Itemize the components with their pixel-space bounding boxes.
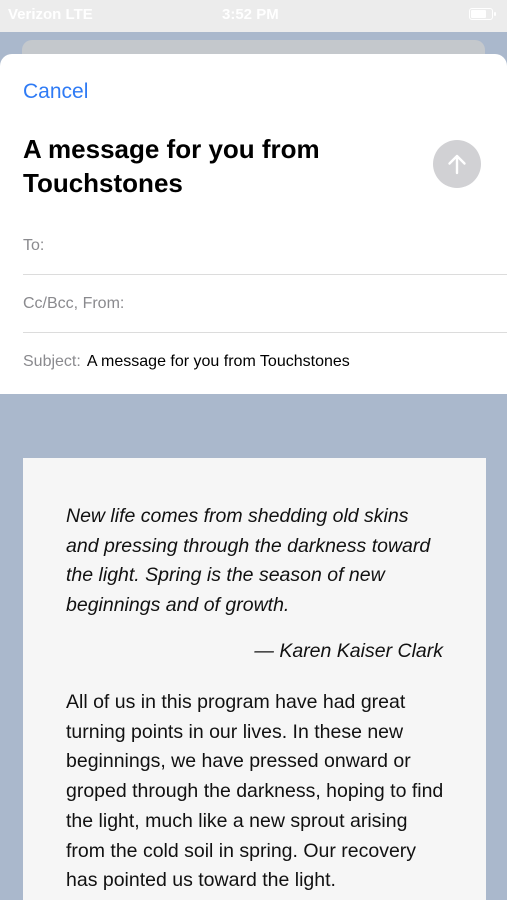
arrow-up-icon [448,154,466,175]
quote-author: — Karen Kaiser Clark [254,640,443,662]
status-bar: Verizon LTE 3:52 PM [0,0,507,32]
battery-icon [469,8,496,20]
compose-title: A message for you from Touchstones [23,134,320,198]
to-label: To: [23,237,45,254]
to-field[interactable]: To: [23,217,507,275]
cc-bcc-label: Cc/Bcc, From: [23,295,125,312]
message-body-text: All of us in this program have had great… [66,691,444,892]
message-body-card[interactable]: New life comes from shedding old skins a… [23,458,486,900]
send-button[interactable] [433,140,481,188]
carrier-label: Verizon LTE [8,6,93,23]
compose-sheet: Cancel A message for you from Touchstone… [0,54,507,394]
subject-value[interactable]: A message for you from Touchstones [87,353,350,370]
cancel-button[interactable]: Cancel [23,80,88,104]
subject-label: Subject: [23,353,81,370]
quote-text: New life comes from shedding old skins a… [66,505,431,617]
clock: 3:52 PM [222,6,279,23]
subject-field[interactable]: Subject: A message for you from Touchston… [23,333,507,391]
cc-bcc-field[interactable]: Cc/Bcc, From: [23,275,507,333]
